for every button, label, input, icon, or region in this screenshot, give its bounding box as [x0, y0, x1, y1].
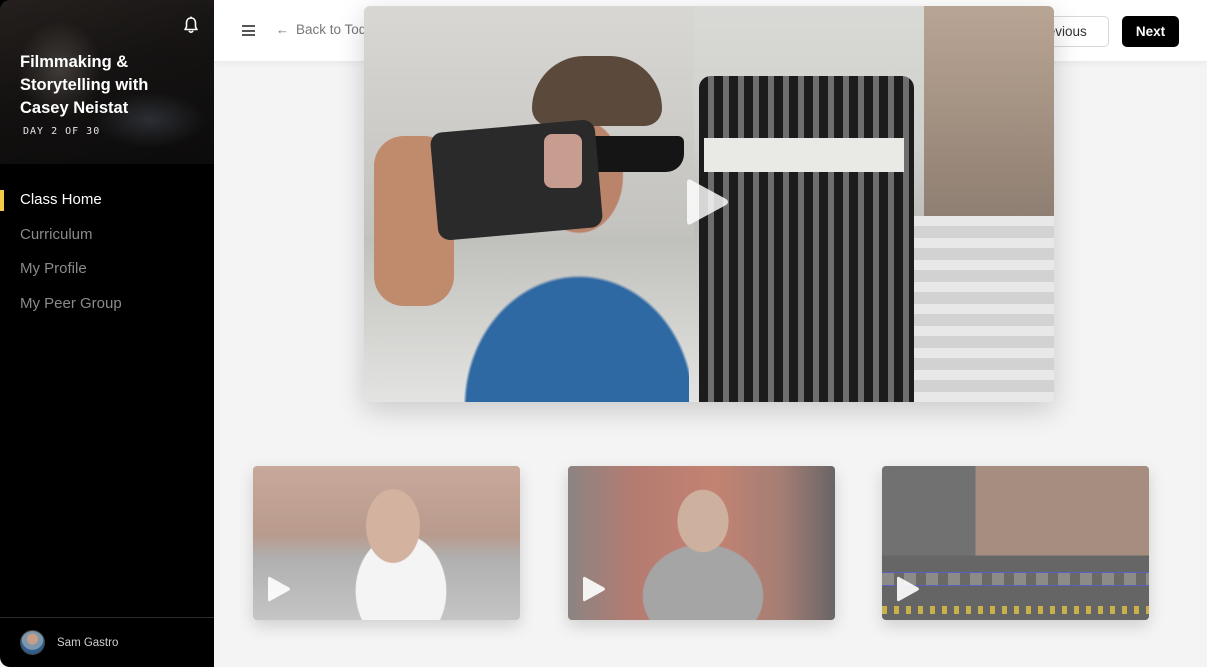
user-profile[interactable]: Sam Gastro — [20, 630, 118, 655]
sidebar-item-label: My Peer Group — [20, 294, 122, 312]
arrow-left-icon: ← — [276, 22, 289, 37]
next-button[interactable]: Next — [1122, 16, 1179, 47]
play-icon[interactable] — [267, 575, 291, 603]
play-icon[interactable] — [582, 575, 606, 603]
sidebar-item-label: My Profile — [20, 260, 87, 277]
video-frame-trash-can — [704, 138, 904, 172]
editing-timeline-markers — [882, 606, 1149, 614]
play-icon[interactable] — [685, 176, 730, 228]
avatar — [20, 630, 45, 655]
sidebar-nav: Class Home Curriculum My Profile My Peer… — [0, 188, 214, 326]
sidebar: Filmmaking & Storytelling with Casey Nei… — [0, 0, 214, 667]
bell-icon[interactable] — [183, 16, 199, 34]
sidebar-item-class-home[interactable]: Class Home — [0, 188, 214, 223]
sidebar-item-curriculum[interactable]: Curriculum — [0, 223, 214, 258]
video-thumbnail[interactable] — [253, 466, 520, 620]
featured-video[interactable] — [364, 6, 1054, 402]
sidebar-item-label: Class Home — [20, 191, 102, 208]
video-frame-trash-can — [699, 76, 914, 402]
play-icon[interactable] — [896, 575, 920, 603]
day-progress: DAY 2 OF 30 — [23, 126, 101, 137]
hamburger-icon[interactable] — [242, 25, 255, 36]
video-thumbnail[interactable] — [568, 466, 835, 620]
user-name: Sam Gastro — [57, 636, 119, 649]
sidebar-item-label: Curriculum — [20, 225, 93, 243]
sidebar-item-my-peer-group[interactable]: My Peer Group — [0, 292, 214, 327]
course-title: Filmmaking & Storytelling with Casey Nei… — [20, 53, 149, 117]
video-thumbnail[interactable] — [882, 466, 1149, 620]
video-frame-background — [924, 6, 1054, 216]
sidebar-item-my-profile[interactable]: My Profile — [0, 257, 214, 292]
sidebar-divider — [0, 617, 214, 618]
editing-timeline-strip — [882, 572, 1149, 586]
video-frame-phone — [544, 134, 582, 188]
